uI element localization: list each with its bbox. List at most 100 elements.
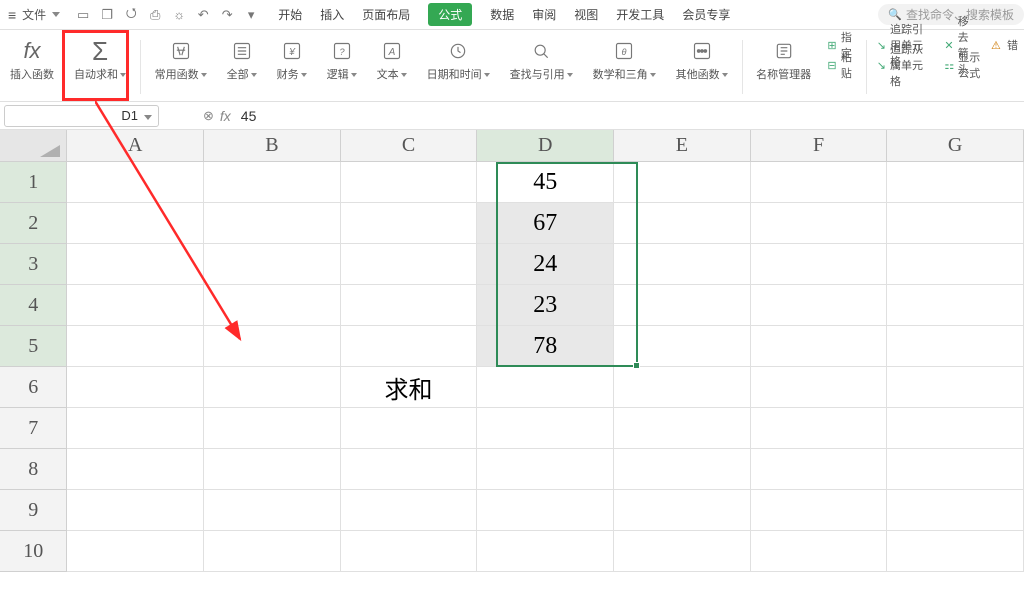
cell-D6[interactable]: [477, 367, 614, 408]
tab-dev[interactable]: 开发工具: [616, 4, 664, 25]
row-header-9[interactable]: 9: [0, 490, 67, 531]
tab-start[interactable]: 开始: [278, 4, 302, 25]
open-icon[interactable]: ⭯: [122, 6, 140, 24]
col-header-F[interactable]: F: [751, 130, 888, 161]
cell-E4[interactable]: [614, 285, 751, 326]
logical-button[interactable]: ? 逻辑: [317, 36, 367, 98]
cell-E10[interactable]: [614, 531, 751, 572]
cell-D2[interactable]: 67: [477, 203, 614, 244]
cell-D4[interactable]: 23: [477, 285, 614, 326]
all-functions-button[interactable]: 全部: [217, 36, 267, 98]
cell-G7[interactable]: [887, 408, 1024, 449]
cell-D1[interactable]: 45: [477, 162, 614, 203]
cell-C5[interactable]: [341, 326, 478, 367]
name-box-dropdown-icon[interactable]: [138, 108, 152, 123]
financial-button[interactable]: ¥ 财务: [267, 36, 317, 98]
tab-insert[interactable]: 插入: [320, 4, 344, 25]
name-box[interactable]: D1: [4, 105, 159, 127]
cell-C2[interactable]: [341, 203, 478, 244]
trace-dependents-button[interactable]: ↘追踪从属单元格: [877, 56, 933, 74]
cell-E7[interactable]: [614, 408, 751, 449]
math-button[interactable]: θ 数学和三角: [583, 36, 666, 98]
cell-F7[interactable]: [751, 408, 888, 449]
cell-A10[interactable]: [67, 531, 204, 572]
qat-dropdown-icon[interactable]: ▾: [242, 6, 260, 24]
error-check-button[interactable]: ⚠错: [989, 36, 1018, 54]
col-header-A[interactable]: A: [67, 130, 204, 161]
row-header-3[interactable]: 3: [0, 244, 67, 285]
cell-A3[interactable]: [67, 244, 204, 285]
cell-G5[interactable]: [887, 326, 1024, 367]
cell-F5[interactable]: [751, 326, 888, 367]
insert-function-button[interactable]: fx 插入函数: [0, 36, 64, 98]
autosum-button[interactable]: Σ 自动求和: [64, 36, 136, 98]
cell-E8[interactable]: [614, 449, 751, 490]
cell-D5[interactable]: 78: [477, 326, 614, 367]
cell-B2[interactable]: [204, 203, 341, 244]
cell-B5[interactable]: [204, 326, 341, 367]
cell-F2[interactable]: [751, 203, 888, 244]
cell-A4[interactable]: [67, 285, 204, 326]
cell-E9[interactable]: [614, 490, 751, 531]
text-button[interactable]: A 文本: [367, 36, 417, 98]
cell-D7[interactable]: [477, 408, 614, 449]
cell-A7[interactable]: [67, 408, 204, 449]
cell-E2[interactable]: [614, 203, 751, 244]
cell-F3[interactable]: [751, 244, 888, 285]
cell-C10[interactable]: [341, 531, 478, 572]
cell-G10[interactable]: [887, 531, 1024, 572]
cell-A1[interactable]: [67, 162, 204, 203]
cell-E6[interactable]: [614, 367, 751, 408]
cell-B3[interactable]: [204, 244, 341, 285]
cell-D3[interactable]: 24: [477, 244, 614, 285]
fx-icon[interactable]: fx: [220, 108, 231, 124]
tab-formula[interactable]: 公式: [428, 3, 472, 26]
tab-layout[interactable]: 页面布局: [362, 4, 410, 25]
cell-B7[interactable]: [204, 408, 341, 449]
cell-C1[interactable]: [341, 162, 478, 203]
tab-data[interactable]: 数据: [490, 4, 514, 25]
save-icon[interactable]: ❐: [98, 6, 116, 24]
cell-B1[interactable]: [204, 162, 341, 203]
cell-G2[interactable]: [887, 203, 1024, 244]
cell-F10[interactable]: [751, 531, 888, 572]
file-menu[interactable]: 文件: [0, 6, 68, 23]
col-header-D[interactable]: D: [477, 130, 614, 161]
cell-B4[interactable]: [204, 285, 341, 326]
cell-A6[interactable]: [67, 367, 204, 408]
cell-G8[interactable]: [887, 449, 1024, 490]
col-header-G[interactable]: G: [887, 130, 1024, 161]
cancel-entry-icon[interactable]: ⊗: [203, 108, 214, 124]
paste-button[interactable]: ⊟粘贴: [827, 56, 856, 74]
tab-member[interactable]: 会员专享: [682, 4, 730, 25]
cell-G9[interactable]: [887, 490, 1024, 531]
cell-E3[interactable]: [614, 244, 751, 285]
cell-D9[interactable]: [477, 490, 614, 531]
cell-C4[interactable]: [341, 285, 478, 326]
other-functions-button[interactable]: 其他函数: [666, 36, 738, 98]
cell-B8[interactable]: [204, 449, 341, 490]
cell-C7[interactable]: [341, 408, 478, 449]
cell-E1[interactable]: [614, 162, 751, 203]
cell-B10[interactable]: [204, 531, 341, 572]
row-header-6[interactable]: 6: [0, 367, 67, 408]
new-doc-icon[interactable]: ▭: [74, 6, 92, 24]
row-header-7[interactable]: 7: [0, 408, 67, 449]
lookup-button[interactable]: 查找与引用: [500, 36, 583, 98]
cell-G3[interactable]: [887, 244, 1024, 285]
datetime-button[interactable]: 日期和时间: [417, 36, 500, 98]
cell-C8[interactable]: [341, 449, 478, 490]
row-header-4[interactable]: 4: [0, 285, 67, 326]
cell-F4[interactable]: [751, 285, 888, 326]
col-header-B[interactable]: B: [204, 130, 341, 161]
cell-F9[interactable]: [751, 490, 888, 531]
redo-icon[interactable]: ↷: [218, 6, 236, 24]
cell-C3[interactable]: [341, 244, 478, 285]
cell-F6[interactable]: [751, 367, 888, 408]
print-icon[interactable]: ⎙: [146, 6, 164, 24]
cell-C9[interactable]: [341, 490, 478, 531]
cell-B6[interactable]: [204, 367, 341, 408]
cell-F1[interactable]: [751, 162, 888, 203]
cell-G1[interactable]: [887, 162, 1024, 203]
select-all-corner[interactable]: [0, 130, 67, 161]
